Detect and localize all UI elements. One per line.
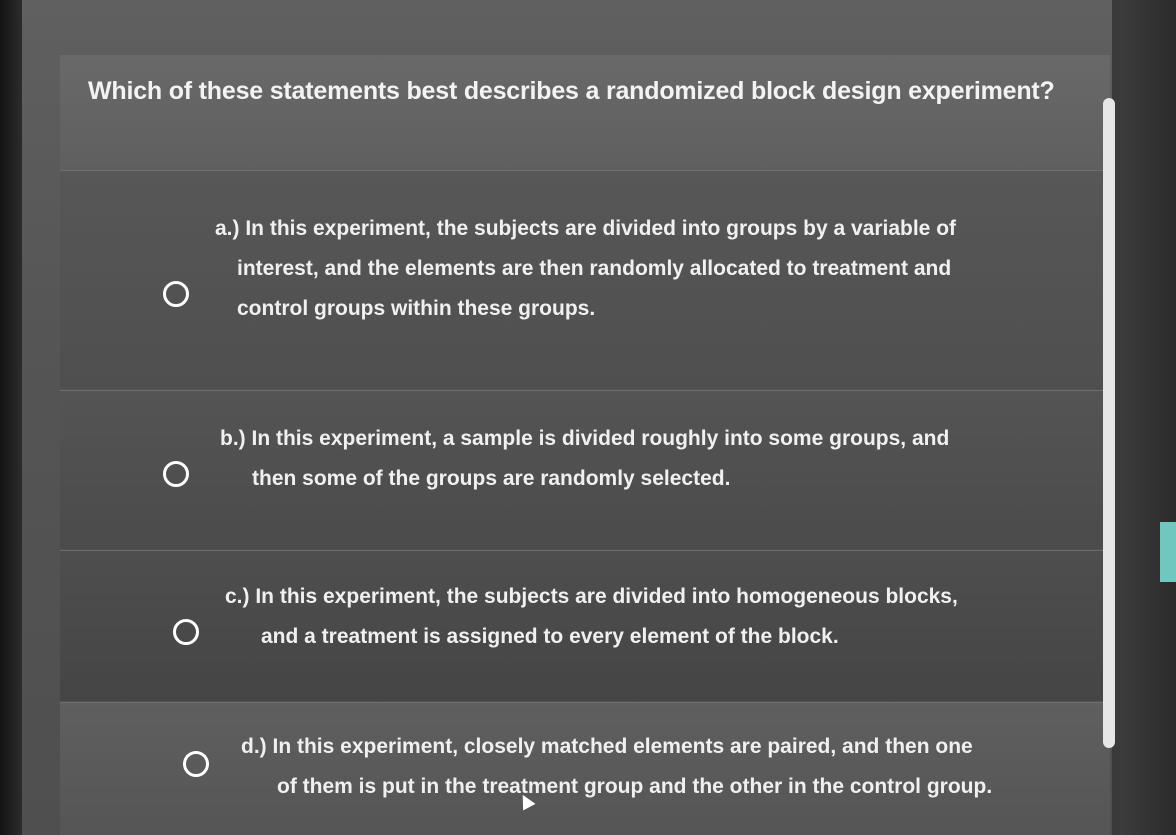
option-d[interactable]: d.) In this experiment, closely matched … — [60, 702, 1110, 835]
scrollbar[interactable] — [1100, 90, 1120, 760]
quiz-panel: Which of these statements best describes… — [22, 0, 1112, 835]
option-c[interactable]: c.) In this experiment, the subjects are… — [60, 550, 1110, 701]
option-a[interactable]: a.) In this experiment, the subjects are… — [60, 170, 1110, 389]
option-a-text: a.) In this experiment, the subjects are… — [215, 209, 956, 329]
scrollbar-thumb[interactable] — [1103, 98, 1115, 748]
option-b-text: b.) In this experiment, a sample is divi… — [220, 419, 949, 499]
option-d-text: d.) In this experiment, closely matched … — [241, 727, 992, 807]
option-a-line-1: a.) In this experiment, the subjects are… — [215, 217, 957, 240]
option-a-line-2: interest, and the elements are then rand… — [237, 257, 952, 280]
option-c-line-1: c.) In this experiment, the subjects are… — [225, 585, 958, 608]
question-text: Which of these statements best describes… — [88, 77, 1055, 105]
screen: Which of these statements best describes… — [0, 0, 1176, 835]
option-b-line-1: b.) In this experiment, a sample is divi… — [220, 427, 950, 450]
option-b-line-2: then some of the groups are randomly sel… — [252, 467, 731, 490]
question-card: Which of these statements best describes… — [60, 55, 1110, 170]
option-b-radio[interactable] — [163, 461, 189, 487]
option-a-line-3: control groups within these groups. — [237, 297, 596, 320]
option-c-text: c.) In this experiment, the subjects are… — [225, 577, 958, 657]
option-d-line-2: of them is put in the treatment group an… — [277, 775, 993, 798]
right-bezel — [1120, 0, 1176, 835]
option-d-line-1: d.) In this experiment, closely matched … — [241, 735, 973, 758]
side-tab[interactable] — [1160, 522, 1176, 582]
option-c-line-2: and a treatment is assigned to every ele… — [261, 625, 839, 648]
option-d-radio[interactable] — [183, 751, 209, 777]
option-c-radio[interactable] — [173, 619, 199, 645]
option-b[interactable]: b.) In this experiment, a sample is divi… — [60, 390, 1110, 549]
option-a-radio[interactable] — [163, 281, 189, 307]
